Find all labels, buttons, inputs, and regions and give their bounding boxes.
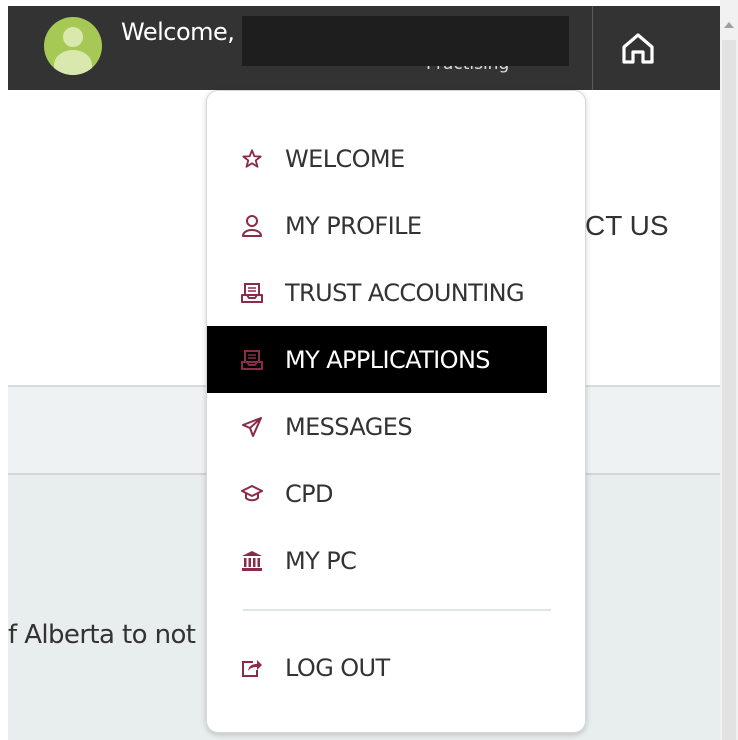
avatar-head: [63, 27, 83, 47]
menu-item-label: WELCOME: [285, 144, 405, 173]
bank-icon: [239, 548, 265, 574]
menu-item-label: LOG OUT: [285, 653, 390, 682]
inbox-icon: [239, 347, 265, 373]
scroll-up-icon[interactable]: [724, 22, 734, 28]
menu-item-label: CPD: [285, 479, 334, 508]
scrollbar-thumb[interactable]: [722, 40, 736, 740]
menu-item-label: TRUST ACCOUNTING: [285, 278, 525, 307]
redacted-username: [242, 16, 569, 66]
graduation-cap-icon: [239, 481, 265, 507]
star-icon: [239, 146, 265, 172]
logout-icon: [239, 655, 265, 681]
send-icon: [239, 414, 265, 440]
user-dropdown-menu: WELCOME MY PROFILE TRUST ACCOUNTING MY A…: [206, 90, 586, 733]
menu-item-label: MY APPLICATIONS: [285, 345, 491, 374]
menu-item-label: MY PC: [285, 546, 357, 575]
menu-item-messages[interactable]: MESSAGES: [207, 393, 585, 460]
menu-item-welcome[interactable]: WELCOME: [207, 125, 585, 192]
avatar-body: [54, 50, 92, 75]
menu-item-trust-accounting[interactable]: TRUST ACCOUNTING: [207, 259, 585, 326]
menu-item-my-pc[interactable]: MY PC: [207, 527, 585, 594]
user-icon: [239, 213, 265, 239]
inbox-icon: [239, 280, 265, 306]
menu-item-my-applications[interactable]: MY APPLICATIONS: [207, 326, 547, 393]
menu-item-my-profile[interactable]: MY PROFILE: [207, 192, 585, 259]
menu-item-log-out[interactable]: LOG OUT: [207, 634, 585, 701]
home-icon: [622, 33, 654, 64]
menu-item-label: MY PROFILE: [285, 211, 422, 240]
header-divider: [592, 6, 593, 90]
menu-divider: [243, 609, 551, 611]
avatar[interactable]: [44, 17, 102, 75]
menu-item-cpd[interactable]: CPD: [207, 460, 585, 527]
welcome-text: Welcome,: [121, 18, 235, 46]
top-bar: Welcome, Practising: [8, 6, 720, 90]
nav-contact-us-link[interactable]: CT US: [585, 210, 669, 242]
menu-item-label: MESSAGES: [285, 412, 413, 441]
body-text: f Alberta to not: [8, 620, 196, 650]
home-button[interactable]: [608, 22, 668, 74]
